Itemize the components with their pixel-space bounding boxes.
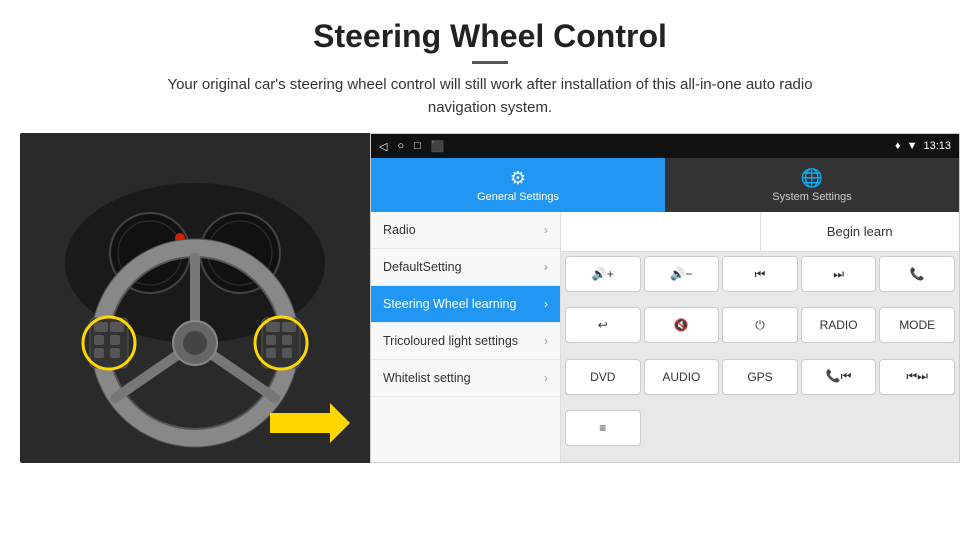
page-subtitle: Your original car's steering wheel contr… xyxy=(140,74,840,119)
gps-button[interactable]: GPS xyxy=(722,359,798,395)
page-title: Steering Wheel Control xyxy=(313,18,667,55)
chevron-right-icon: › xyxy=(544,297,548,311)
menu-item-default-setting[interactable]: DefaultSetting › xyxy=(371,249,560,286)
right-content: Begin learn 🔊+ 🔊− ⏮ xyxy=(561,212,959,462)
radio-button[interactable]: RADIO xyxy=(801,307,877,343)
list-icon: ≡ xyxy=(599,421,606,435)
mute-button[interactable]: 🔇 xyxy=(644,307,720,343)
next-icon: ⏭ xyxy=(833,267,844,282)
tab-general-settings[interactable]: ⚙ General Settings xyxy=(371,158,665,212)
menu-item-tricoloured[interactable]: Tricoloured light settings › xyxy=(371,323,560,360)
prev-track-button[interactable]: ⏮ xyxy=(722,256,798,292)
call-button[interactable]: 📞 xyxy=(879,256,955,292)
volume-down-icon: 🔊− xyxy=(670,267,692,281)
prev-next-icon: ⏮⏭ xyxy=(906,369,928,384)
home-icon[interactable]: ○ xyxy=(397,140,404,152)
next-track-button[interactable]: ⏭ xyxy=(801,256,877,292)
menu-radio-label: Radio xyxy=(383,223,416,237)
status-bar: ◁ ○ □ ⬛ ♦ ▼ 13:13 xyxy=(371,134,959,158)
menu-tricoloured-label: Tricoloured light settings xyxy=(383,334,518,348)
sidebar: Radio › DefaultSetting › Steering Wheel … xyxy=(371,212,561,462)
call-prev-button[interactable]: 📞⏮ xyxy=(801,359,877,395)
tab-general-label: General Settings xyxy=(477,191,559,203)
menu-item-steering-wheel[interactable]: Steering Wheel learning › xyxy=(371,286,560,323)
gear-icon: ⚙ xyxy=(510,168,526,189)
prev-next-button[interactable]: ⏮⏭ xyxy=(879,359,955,395)
phone-icon: 📞 xyxy=(910,267,925,281)
power-button[interactable]: ⏻ xyxy=(722,307,798,343)
control-button-grid: 🔊+ 🔊− ⏮ ⏭ 📞 xyxy=(561,252,959,462)
audio-button[interactable]: AUDIO xyxy=(644,359,720,395)
menu-item-whitelist[interactable]: Whitelist setting › xyxy=(371,360,560,397)
page-wrapper: Steering Wheel Control Your original car… xyxy=(0,0,980,549)
chevron-right-icon: › xyxy=(544,223,548,237)
clock: 13:13 xyxy=(923,140,951,152)
power-icon: ⏻ xyxy=(755,318,765,333)
empty-input-box xyxy=(561,212,761,251)
tab-system-label: System Settings xyxy=(772,191,851,203)
call-prev-icon: 📞⏮ xyxy=(826,369,852,384)
chevron-right-icon: › xyxy=(544,260,548,274)
back-icon[interactable]: ◁ xyxy=(379,140,387,153)
begin-learn-button[interactable]: Begin learn xyxy=(761,212,960,251)
chevron-right-icon: › xyxy=(544,371,548,385)
recents-icon[interactable]: □ xyxy=(414,140,421,152)
tab-system-settings[interactable]: 🌐 System Settings xyxy=(665,158,959,212)
globe-icon: 🌐 xyxy=(801,168,823,189)
menu-steering-label: Steering Wheel learning xyxy=(383,297,516,311)
menu-list-button[interactable]: ≡ xyxy=(565,410,641,446)
volume-up-button[interactable]: 🔊+ xyxy=(565,256,641,292)
mode-button[interactable]: MODE xyxy=(879,307,955,343)
chevron-right-icon: › xyxy=(544,334,548,348)
main-area: Radio › DefaultSetting › Steering Wheel … xyxy=(371,212,959,462)
gps-icon: ♦ xyxy=(895,140,901,152)
tab-bar: ⚙ General Settings 🌐 System Settings xyxy=(371,158,959,212)
volume-down-button[interactable]: 🔊− xyxy=(644,256,720,292)
mute-icon: 🔇 xyxy=(674,318,689,332)
audio-label: AUDIO xyxy=(662,370,700,384)
status-bar-right: ♦ ▼ 13:13 xyxy=(895,140,951,152)
android-panel: ◁ ○ □ ⬛ ♦ ▼ 13:13 ⚙ General Settings xyxy=(370,133,960,463)
menu-item-radio[interactable]: Radio › xyxy=(371,212,560,249)
signal-icon: ▼ xyxy=(907,140,918,152)
dvd-label: DVD xyxy=(590,370,615,384)
prev-icon: ⏮ xyxy=(755,267,766,282)
content-row: ◁ ○ □ ⬛ ♦ ▼ 13:13 ⚙ General Settings xyxy=(20,133,960,463)
steering-wheel-image xyxy=(20,133,370,463)
menu-whitelist-label: Whitelist setting xyxy=(383,371,471,385)
radio-label: RADIO xyxy=(820,318,858,332)
screenshot-icon[interactable]: ⬛ xyxy=(431,140,445,153)
gps-label: GPS xyxy=(747,370,772,384)
top-row: Begin learn xyxy=(561,212,959,252)
return-icon: ↩ xyxy=(598,318,608,332)
status-bar-left: ◁ ○ □ ⬛ xyxy=(379,140,444,153)
volume-up-icon: 🔊+ xyxy=(592,267,614,281)
menu-default-label: DefaultSetting xyxy=(383,260,462,274)
mode-label: MODE xyxy=(899,318,935,332)
return-button[interactable]: ↩ xyxy=(565,307,641,343)
title-divider xyxy=(472,61,508,64)
dvd-button[interactable]: DVD xyxy=(565,359,641,395)
